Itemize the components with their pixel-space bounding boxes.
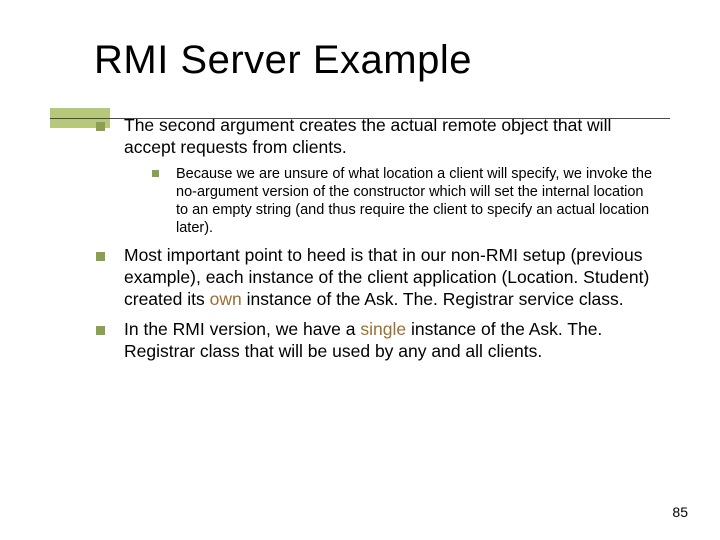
sub-bullet-list: Because we are unsure of what location a… <box>124 165 658 238</box>
bullet-item-2: Most important point to heed is that in … <box>96 245 658 311</box>
slide-title: RMI Server Example <box>94 38 720 83</box>
square-bullet-icon <box>96 252 105 261</box>
title-underline <box>50 118 670 119</box>
slide: RMI Server Example The second argument c… <box>0 0 720 540</box>
square-bullet-icon <box>96 122 105 131</box>
title-area: RMI Server Example <box>0 0 720 83</box>
bullet-list: The second argument creates the actual r… <box>96 115 658 363</box>
sub-bullet-item: Because we are unsure of what location a… <box>152 165 658 238</box>
bullet-item-3: In the RMI version, we have a single ins… <box>96 319 658 363</box>
bullet-text-part: In the RMI version, we have a <box>124 319 360 339</box>
highlight-text: single <box>360 319 406 339</box>
bullet-text-part: instance of the Ask. The. Registrar serv… <box>242 289 624 309</box>
bullet-item-1: The second argument creates the actual r… <box>96 115 658 237</box>
page-number: 85 <box>672 504 688 520</box>
square-bullet-icon <box>152 170 159 177</box>
bullet-text: The second argument creates the actual r… <box>124 115 611 157</box>
content-area: The second argument creates the actual r… <box>0 83 720 363</box>
square-bullet-icon <box>96 326 105 335</box>
highlight-text: own <box>210 289 242 309</box>
sub-bullet-text: Because we are unsure of what location a… <box>176 166 652 236</box>
